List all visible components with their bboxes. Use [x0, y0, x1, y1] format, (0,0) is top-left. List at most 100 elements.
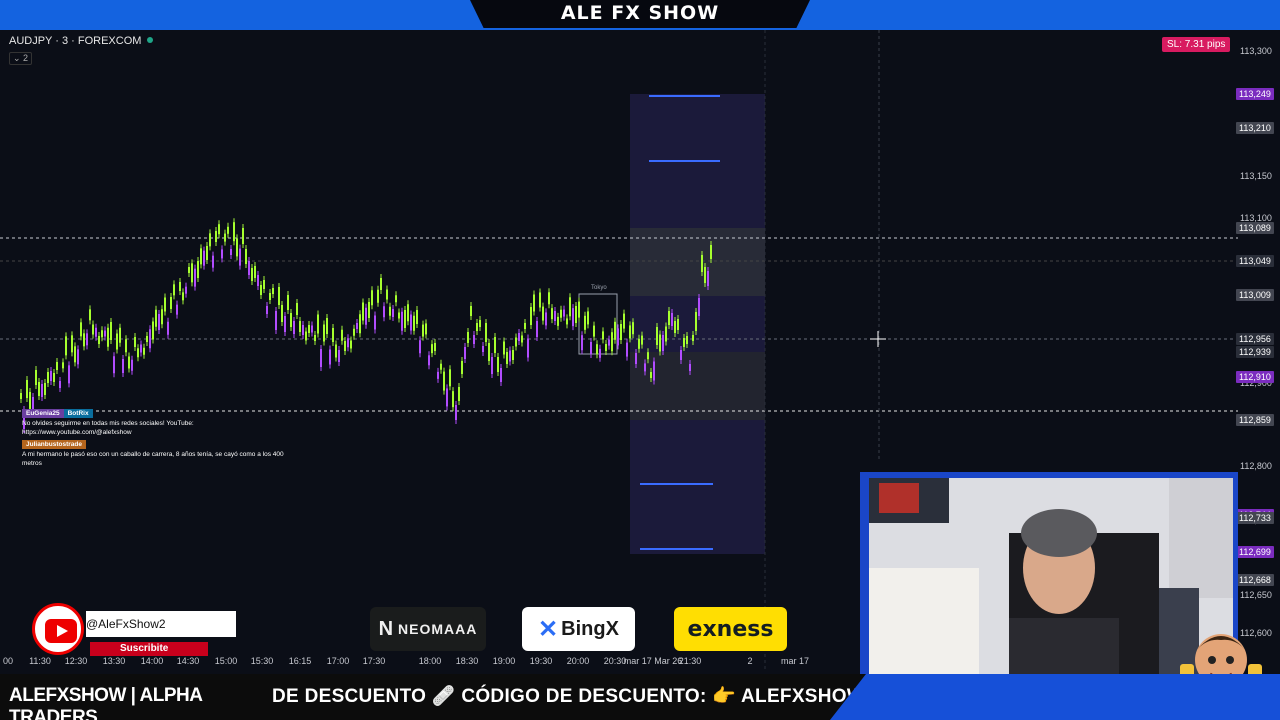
candle	[119, 327, 121, 343]
candle	[182, 292, 184, 301]
candle	[632, 322, 634, 335]
candle	[77, 349, 79, 365]
exness-label: exness	[687, 616, 774, 642]
candle	[275, 311, 277, 330]
time-tick: 18:30	[455, 656, 479, 666]
candle	[35, 370, 37, 385]
candle	[344, 341, 346, 351]
candle	[302, 325, 304, 335]
ticker-accent	[830, 674, 1280, 720]
candle	[41, 384, 43, 397]
candle	[482, 346, 484, 352]
ticker-brand: ALEFXSHOW | ALPHA TRADERS	[0, 674, 272, 720]
candle	[698, 298, 700, 316]
candle	[155, 309, 157, 327]
candle	[251, 268, 253, 281]
candle	[587, 311, 589, 325]
indicator-toggle[interactable]: ⌄ 2	[9, 52, 33, 65]
candle	[176, 304, 178, 315]
time-tick: 21:30	[678, 656, 702, 666]
bingx-logo-icon: ✕	[538, 615, 559, 643]
candle	[173, 284, 175, 296]
youtube-subscribe-widget[interactable]: @AleFxShow2 Suscribite	[32, 603, 237, 661]
candle	[506, 352, 508, 364]
candle	[515, 337, 517, 347]
candle	[83, 333, 85, 347]
candle	[206, 246, 208, 260]
chat-username: BotRix	[63, 409, 93, 418]
time-tick: 16:15	[288, 656, 312, 666]
candle	[326, 318, 328, 334]
candle	[218, 224, 220, 235]
candle	[92, 324, 94, 335]
candle	[545, 312, 547, 326]
symbol-label[interactable]: AUDJPY · 3 · FOREXCOM	[9, 35, 154, 47]
youtube-handle: @AleFxShow2	[86, 617, 166, 631]
candle	[668, 311, 670, 325]
candle	[227, 226, 229, 234]
candle	[224, 233, 226, 242]
subscribe-button[interactable]: Suscribite	[90, 642, 208, 656]
candle	[689, 364, 691, 371]
candle	[386, 289, 388, 300]
candle	[281, 305, 283, 322]
candle	[395, 295, 397, 303]
price-tick: 113,150	[1240, 171, 1272, 181]
stream-overlay: ALE FX SHOW Tokyo AUDJPY · 3 · FOREXCOM …	[0, 0, 1280, 720]
candle	[254, 266, 256, 278]
candle	[608, 339, 610, 346]
candle	[167, 321, 169, 335]
candle	[512, 350, 514, 360]
time-tick: 2	[747, 656, 753, 666]
candle	[314, 335, 316, 341]
candle	[20, 393, 22, 399]
candle	[239, 248, 241, 266]
candle	[368, 302, 370, 318]
candle	[596, 344, 598, 355]
candle	[125, 339, 127, 353]
candle	[203, 250, 205, 266]
candle	[389, 306, 391, 316]
sponsor-exness[interactable]: exness	[674, 607, 787, 651]
candle	[434, 343, 436, 351]
candle	[332, 328, 334, 342]
sponsor-neomaaa[interactable]: N NEOMAAA	[370, 607, 486, 651]
price-tag: 112,859	[1236, 414, 1274, 426]
candle	[581, 335, 583, 351]
candle	[107, 327, 109, 347]
price-tag: 113,249	[1236, 88, 1274, 100]
price-tag: 113,089	[1236, 222, 1274, 234]
price-tag: 112,668	[1236, 574, 1274, 586]
candle	[113, 356, 115, 374]
candle	[494, 337, 496, 353]
candle	[551, 308, 553, 320]
candle	[584, 315, 586, 330]
candle	[44, 383, 46, 395]
candle	[425, 323, 427, 335]
youtube-logo-icon	[32, 603, 84, 655]
candle	[467, 332, 469, 343]
sponsor-bingx[interactable]: ✕ BingX	[522, 607, 635, 651]
candle	[50, 371, 52, 381]
candle	[629, 325, 631, 339]
candle	[269, 293, 271, 300]
candle	[329, 349, 331, 365]
candle	[29, 392, 31, 409]
candle	[542, 306, 544, 321]
candle	[365, 307, 367, 325]
candle	[128, 356, 130, 369]
candle	[68, 365, 70, 384]
time-tick: 00	[2, 656, 14, 666]
candle	[65, 336, 67, 356]
candle	[296, 303, 298, 315]
candle	[179, 282, 181, 291]
candle	[200, 248, 202, 265]
candle	[458, 387, 460, 401]
play-icon	[45, 619, 77, 643]
candle	[599, 348, 601, 358]
candle	[626, 342, 628, 357]
chat-message: No olvides seguirme en todas mis redes s…	[22, 420, 194, 436]
candle	[146, 336, 148, 342]
candle	[518, 333, 520, 341]
candle	[662, 335, 664, 351]
